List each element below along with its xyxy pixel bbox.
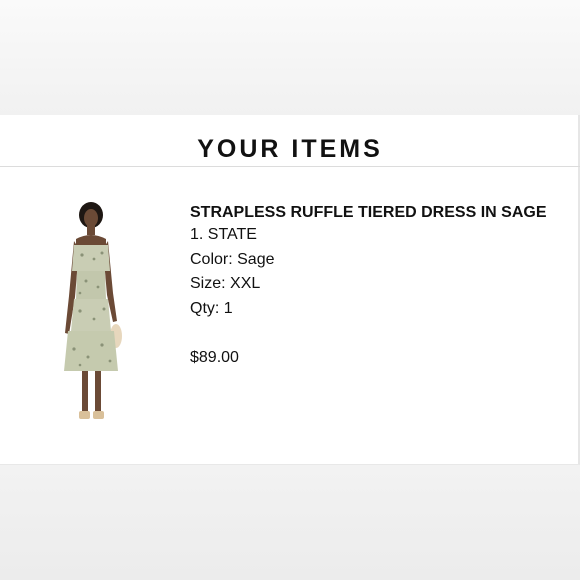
product-brand: 1. STATE <box>190 226 257 243</box>
page-bottom-background <box>0 465 580 580</box>
title-divider <box>0 166 580 167</box>
product-price: $89.00 <box>190 349 239 366</box>
dress-photo-icon <box>64 202 122 419</box>
product-details: STRAPLESS RUFFLE TIERED DRESS IN SAGE 1.… <box>190 203 575 368</box>
product-size: Size: XXL <box>190 275 261 292</box>
page-top-background <box>0 0 580 115</box>
product-image[interactable] <box>50 201 132 427</box>
section-title: YOUR ITEMS <box>197 135 383 163</box>
product-color: Color: Sage <box>190 250 275 268</box>
items-card: YOUR ITEMS STRAPLESS RUFFLE TIERED DRESS… <box>0 115 580 465</box>
product-name[interactable]: STRAPLESS RUFFLE TIERED DRESS IN SAGE <box>190 203 575 223</box>
product-quantity: Qty: 1 <box>190 299 233 317</box>
